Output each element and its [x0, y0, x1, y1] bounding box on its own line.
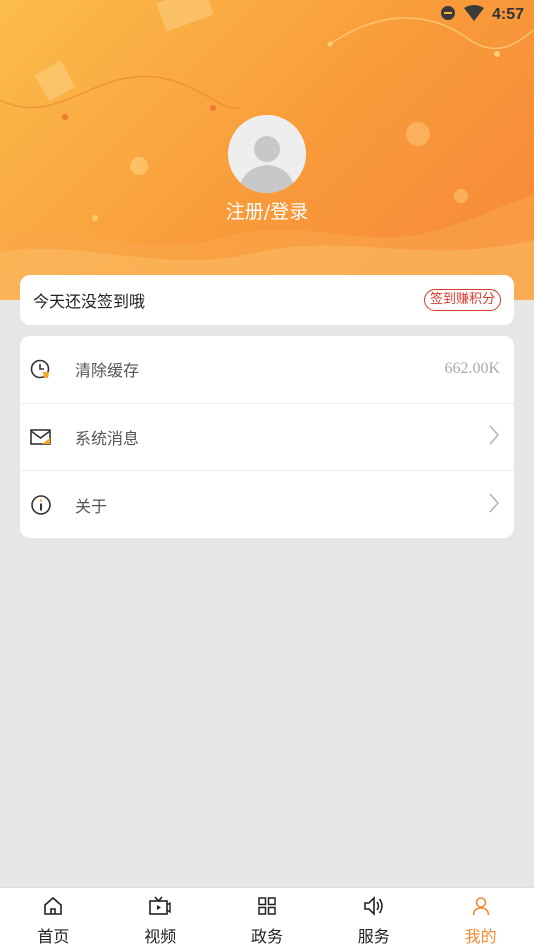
nav-item-government[interactable]: 政务 [214, 888, 321, 949]
dnd-icon [440, 5, 456, 25]
clock-clean-icon [30, 358, 52, 380]
menu-item-clear-cache[interactable]: 清除缓存 662.00K [20, 336, 514, 404]
wifi-icon [463, 5, 484, 25]
grid-icon [256, 895, 278, 917]
profile-header: 4:57 注册/登录 [0, 0, 534, 300]
status-bar: 4:57 [0, 0, 534, 30]
menu-item-label: 关于 [75, 496, 108, 516]
home-icon [42, 895, 64, 917]
status-time: 4:57 [491, 6, 524, 23]
avatar[interactable] [228, 115, 306, 193]
nav-label: 服务 [357, 927, 390, 946]
chevron-right-icon [488, 424, 500, 450]
bottom-nav: 首页 视频 政务 服务 我的 [0, 887, 534, 949]
person-icon [470, 895, 492, 917]
settings-menu: 清除缓存 662.00K 系统消息 关于 [20, 336, 514, 538]
cache-size: 662.00K [444, 360, 500, 378]
checkin-button[interactable]: 签到赚积分 [423, 289, 501, 311]
nav-item-home[interactable]: 首页 [0, 888, 107, 949]
menu-item-about[interactable]: 关于 [20, 471, 514, 539]
checkin-card: 今天还没签到哦 签到赚积分 [20, 275, 514, 325]
checkin-message: 今天还没签到哦 [33, 292, 146, 311]
chevron-right-icon [488, 492, 500, 518]
speaker-icon [363, 895, 385, 917]
mail-icon [30, 426, 52, 448]
nav-label: 政务 [250, 927, 283, 946]
info-icon [30, 494, 52, 516]
nav-item-mine[interactable]: 我的 [427, 888, 534, 949]
menu-item-system-messages[interactable]: 系统消息 [20, 404, 514, 471]
default-avatar-icon [228, 115, 306, 193]
nav-label: 视频 [144, 927, 177, 946]
menu-item-label: 系统消息 [75, 428, 140, 448]
nav-label: 首页 [37, 927, 70, 946]
nav-item-video[interactable]: 视频 [107, 888, 214, 949]
menu-item-label: 清除缓存 [75, 361, 140, 381]
nav-label: 我的 [464, 927, 497, 946]
login-register-link[interactable]: 注册/登录 [0, 197, 534, 224]
tv-icon [149, 895, 171, 917]
nav-item-services[interactable]: 服务 [320, 888, 427, 949]
